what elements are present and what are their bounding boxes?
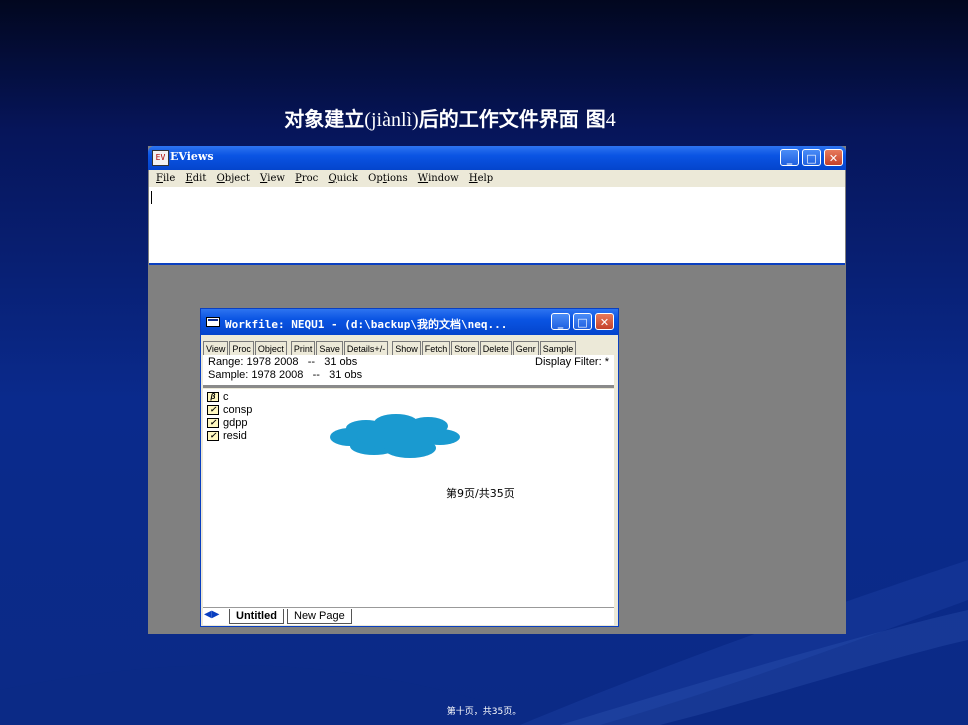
page-marker: 第9页/共35页 bbox=[446, 487, 515, 500]
list-item[interactable]: ✓ gdpp bbox=[207, 417, 247, 430]
close-button[interactable]: ✕ bbox=[824, 149, 843, 166]
menubar: File Edit Object View Proc Quick Options… bbox=[149, 170, 845, 187]
list-item[interactable]: ✓ consp bbox=[207, 404, 252, 417]
tab-new-page[interactable]: New Page bbox=[287, 609, 352, 624]
menu-options[interactable]: Options bbox=[368, 170, 407, 187]
title-number: 4 bbox=[605, 109, 616, 131]
object-name: consp bbox=[223, 404, 253, 416]
series-icon: ✓ bbox=[207, 405, 219, 416]
workfile-minimize-button[interactable]: _ bbox=[551, 313, 570, 330]
sample-value[interactable]: 1978 2008 -- 31 obs bbox=[251, 369, 362, 381]
menu-proc[interactable]: Proc bbox=[295, 170, 318, 187]
workfile-title: Workfile: NEQU1 - (d:\backup\我的文档\neq... bbox=[225, 318, 508, 331]
workfile-close-button[interactable]: ✕ bbox=[595, 313, 614, 330]
series-icon: ✓ bbox=[207, 431, 219, 442]
sample-label: Sample: bbox=[208, 369, 249, 381]
object-name: resid bbox=[223, 430, 247, 442]
menu-file[interactable]: File bbox=[156, 170, 175, 187]
coef-icon: β bbox=[207, 392, 219, 403]
list-item[interactable]: ✓ resid bbox=[207, 430, 247, 443]
title-pinyin: (jiànlì) bbox=[364, 109, 419, 131]
workfile-info: Range: 1978 2008 -- 31 obs Sample: 1978 … bbox=[203, 355, 614, 388]
workfile-tabs: ◀▶ Untitled New Page bbox=[203, 607, 614, 625]
workfile-icon bbox=[206, 317, 220, 327]
command-window[interactable] bbox=[149, 187, 845, 265]
workfile-titlebar[interactable]: Workfile: NEQU1 - (d:\backup\我的文档\neq...… bbox=[201, 309, 618, 335]
menu-view[interactable]: View bbox=[260, 170, 285, 187]
eviews-title: EViews bbox=[170, 150, 214, 163]
workfile-maximize-button[interactable]: □ bbox=[573, 313, 592, 330]
object-name: gdpp bbox=[223, 417, 248, 429]
thought-cloud bbox=[330, 414, 460, 458]
workfile-window: Workfile: NEQU1 - (d:\backup\我的文档\neq...… bbox=[200, 308, 619, 627]
slide-title: 对象建立(jiànlì)后的工作文件界面 图4 bbox=[0, 103, 900, 132]
tab-nav-arrows-icon[interactable]: ◀▶ bbox=[204, 609, 219, 620]
range-value[interactable]: 1978 2008 -- 31 obs bbox=[247, 356, 358, 368]
menu-help[interactable]: Help bbox=[469, 170, 493, 187]
menu-object[interactable]: Object bbox=[217, 170, 250, 187]
title-suffix: 后的工作文件界面 图 bbox=[418, 107, 606, 131]
eviews-titlebar[interactable]: EV EViews _ □ ✕ bbox=[148, 146, 846, 170]
minimize-button[interactable]: _ bbox=[780, 149, 799, 166]
text-caret bbox=[151, 191, 152, 204]
slide-footer: 第十页，共35页。 bbox=[446, 707, 522, 717]
tab-untitled[interactable]: Untitled bbox=[229, 609, 284, 624]
menu-window[interactable]: Window bbox=[418, 170, 459, 187]
range-label: Range: bbox=[208, 356, 244, 368]
list-item[interactable]: βc bbox=[207, 391, 229, 404]
maximize-button[interactable]: □ bbox=[802, 149, 821, 166]
eviews-app-icon: EV bbox=[152, 150, 169, 166]
menu-quick[interactable]: Quick bbox=[328, 170, 358, 187]
workfile-toolbar: View Proc Object Print Save Details+/- Show Fet… bbox=[203, 337, 577, 357]
title-prefix: 对象建立 bbox=[284, 107, 365, 131]
display-filter[interactable]: Display Filter: * bbox=[535, 356, 609, 368]
series-icon: ✓ bbox=[207, 418, 219, 429]
menu-edit[interactable]: Edit bbox=[185, 170, 206, 187]
object-name: c bbox=[223, 391, 229, 403]
